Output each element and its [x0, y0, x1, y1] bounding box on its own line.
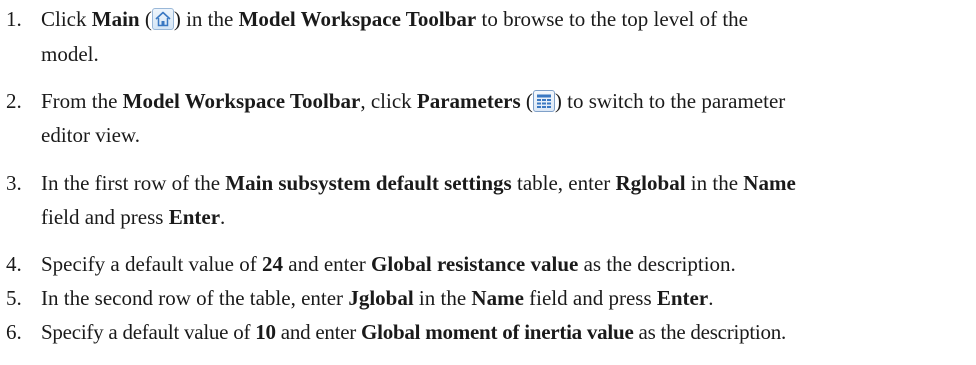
- ui-term-model-workspace-toolbar: Model Workspace Toolbar: [122, 89, 361, 113]
- step-2-continuation: editor view.: [41, 123, 140, 147]
- ui-term-model-workspace-toolbar: Model Workspace Toolbar: [238, 7, 477, 31]
- step-number: 6.: [6, 320, 22, 344]
- key-enter: Enter: [168, 205, 221, 229]
- step-text: From the Model Workspace Toolbar, click …: [41, 89, 786, 113]
- step-number: 5.: [6, 286, 22, 310]
- step-1: 1. Click Main () in the Model Workspace …: [6, 6, 968, 32]
- step-text: Specify a default value of 24 and enter …: [41, 252, 736, 276]
- step-5: 5. In the second row of the table, enter…: [6, 285, 968, 311]
- step-number: 1.: [6, 7, 22, 31]
- value-jglobal: Jglobal: [348, 286, 414, 310]
- ui-term-parameters: Parameters: [416, 89, 521, 113]
- ui-term-main-subsystem-default-settings: Main subsystem default settings: [225, 171, 512, 195]
- value-global-moment-of-inertia: Global moment of inertia value: [361, 320, 634, 344]
- step-1-continuation: model.: [41, 42, 99, 66]
- instruction-steps: 1. Click Main () in the Model Workspace …: [0, 0, 976, 365]
- ui-term-name: Name: [471, 286, 524, 310]
- value-rglobal: Rglobal: [615, 171, 686, 195]
- key-enter: Enter: [656, 286, 709, 310]
- step-text: In the first row of the Main subsystem d…: [41, 171, 796, 195]
- parameters-table-icon: [532, 90, 555, 112]
- ui-term-name: Name: [743, 171, 796, 195]
- step-text: Click Main () in the Model Workspace Too…: [41, 7, 749, 31]
- step-6: 6. Specify a default value of 10 and ent…: [6, 319, 968, 345]
- step-text: Specify a default value of 10 and enter …: [41, 320, 786, 344]
- step-3: 3. In the first row of the Main subsyste…: [6, 170, 968, 196]
- step-3-continuation: field and press Enter.: [41, 205, 226, 229]
- value-10: 10: [255, 320, 276, 344]
- value-24: 24: [262, 252, 283, 276]
- home-icon: [151, 8, 174, 30]
- step-text: In the second row of the table, enter Jg…: [41, 286, 714, 310]
- step-number: 2.: [6, 89, 22, 113]
- step-4: 4. Specify a default value of 24 and ent…: [6, 251, 968, 277]
- step-number: 4.: [6, 252, 22, 276]
- step-2: 2. From the Model Workspace Toolbar, cli…: [6, 88, 968, 114]
- ui-term-main: Main: [91, 7, 140, 31]
- value-global-resistance: Global resistance value: [371, 252, 579, 276]
- step-number: 3.: [6, 171, 22, 195]
